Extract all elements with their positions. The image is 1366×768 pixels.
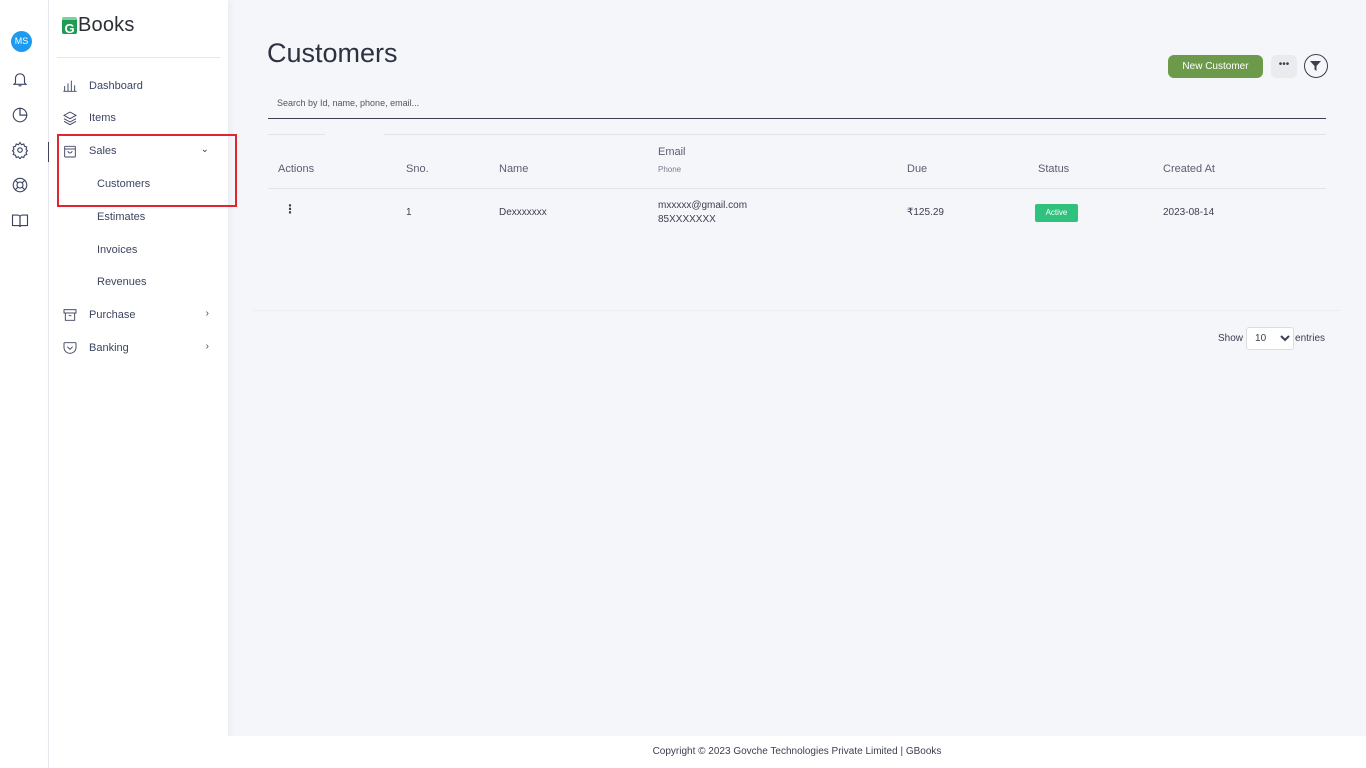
entries-label: entries [1295,333,1326,344]
column-header-created-at[interactable]: Created At [1163,163,1215,175]
gbooks-logo[interactable]: G Books [62,14,135,37]
sidebar-item-label: Items [89,112,116,124]
user-avatar[interactable]: MS [11,31,32,52]
cell-created-at: 2023-08-14 [1163,207,1215,218]
logo-mark: G [62,17,77,36]
sidebar-item-dashboard[interactable]: Dashboard [62,76,217,96]
logo-text: Books [78,14,135,36]
footer: Copyright © 2023 Govche Technologies Pri… [228,736,1366,768]
page-size-select[interactable]: 10 [1246,327,1295,350]
column-header-sno[interactable]: Sno. [406,163,429,175]
show-label: Show [1218,333,1244,344]
row-actions-menu-icon[interactable]: ⋮ [284,203,296,215]
divider [57,57,220,58]
selection-highlight [57,134,237,207]
sidebar-item-banking[interactable]: Banking › [62,338,217,358]
help-circle-icon[interactable] [11,176,29,194]
column-header-name[interactable]: Name [499,163,528,175]
sidebar-item-label: Banking [89,342,129,354]
status-badge: Active [1035,204,1078,222]
cell-sno: 1 [406,207,412,218]
cell-phone: 85XXXXXXX [658,214,716,225]
sidebar-subitem-revenues[interactable]: Revenues [97,276,147,288]
cell-name[interactable]: Dexxxxxxx [499,207,547,218]
sidebar-item-label: Dashboard [89,80,143,92]
column-header-due[interactable]: Due [907,163,927,175]
gear-icon[interactable] [11,141,29,161]
filter-icon [1310,61,1321,71]
cell-due: ₹125.29 [907,207,944,218]
pocket-icon [63,342,77,354]
divider [268,134,325,135]
cell-email: mxxxxx@gmail.com [658,200,748,211]
divider [253,310,1341,311]
book-icon[interactable] [11,212,29,230]
page-title: Customers [267,38,398,68]
page-size-control: Show 10 entries [1218,327,1325,350]
pie-chart-icon[interactable] [11,106,29,124]
icon-rail: MS [0,0,50,768]
column-header-actions: Actions [278,163,315,175]
more-options-button[interactable]: ••• [1271,55,1297,78]
sidebar: G Books Dashboard Items Sales ⌄ Customer… [49,0,237,768]
bar-chart-icon [63,80,77,92]
sidebar-item-purchase[interactable]: Purchase › [62,305,217,325]
bell-icon[interactable] [11,70,29,88]
sidebar-item-label: Purchase [89,309,136,321]
chevron-right-icon[interactable]: › [206,308,209,319]
column-header-email[interactable]: Email [658,146,686,158]
sidebar-subitem-estimates[interactable]: Estimates [97,211,145,223]
archive-icon [63,309,77,321]
layers-icon [63,111,77,126]
chevron-right-icon[interactable]: › [206,341,209,352]
column-header-status[interactable]: Status [1038,163,1069,175]
search-input[interactable] [268,88,1326,119]
column-header-phone: Phone [658,165,682,174]
filter-button[interactable] [1304,54,1328,78]
divider [268,188,1326,189]
new-customer-button[interactable]: New Customer [1168,55,1263,78]
footer-copyright: Copyright © 2023 Govche Technologies Pri… [652,746,942,757]
sidebar-subitem-invoices[interactable]: Invoices [97,244,137,256]
sidebar-item-items[interactable]: Items [62,108,217,128]
divider [384,134,1326,135]
